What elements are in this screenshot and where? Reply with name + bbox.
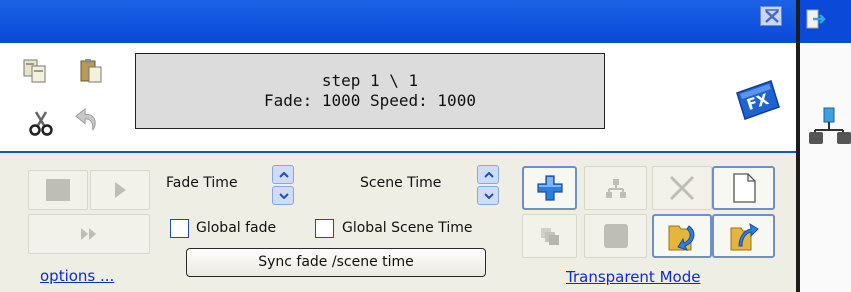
transparent-mode-link[interactable]: Transparent Mode (566, 268, 700, 286)
export-icon (730, 222, 759, 251)
copy-icon[interactable] (22, 58, 48, 84)
paste-icon[interactable] (78, 58, 104, 84)
chevron-down-icon (484, 193, 494, 199)
stack-button[interactable] (522, 214, 577, 258)
import-icon (668, 225, 695, 251)
chevron-up-icon (279, 172, 289, 178)
stop-icon (46, 179, 70, 201)
new-page-button[interactable] (712, 166, 775, 210)
square-button[interactable] (584, 214, 647, 258)
play-icon (115, 182, 126, 198)
chevron-down-icon (279, 193, 289, 199)
side-panel (800, 0, 851, 292)
options-link[interactable]: options ... (40, 267, 114, 285)
fade-time-down-button[interactable] (272, 186, 294, 205)
title-bar (0, 0, 796, 43)
import-button[interactable] (652, 214, 712, 258)
scene-time-down-button[interactable] (477, 186, 499, 205)
fade-time-spinner[interactable] (272, 165, 294, 205)
chevron-up-icon (484, 172, 494, 178)
delete-icon (669, 175, 695, 201)
fast-forward-button[interactable] (28, 214, 150, 254)
add-icon (536, 175, 563, 201)
cut-icon[interactable] (28, 110, 54, 136)
exit-icon[interactable] (806, 8, 826, 30)
fade-time-label: Fade Time (166, 175, 238, 191)
stop-icon (603, 224, 628, 248)
fx-icon[interactable]: FX (731, 79, 783, 121)
delete-button[interactable] (652, 166, 712, 210)
export-button[interactable] (712, 214, 775, 258)
scene-time-spinner[interactable] (477, 165, 499, 205)
global-fade-checkbox[interactable] (170, 219, 189, 238)
sync-fade-scene-button[interactable]: Sync fade /scene time (186, 248, 486, 277)
device-node-icon[interactable] (805, 104, 851, 146)
step-counter: step 1 \ 1 (321, 71, 419, 90)
fade-speed-readout: Fade: 1000 Speed: 1000 (264, 91, 476, 110)
new-page-icon (732, 173, 756, 203)
close-button[interactable] (760, 6, 782, 26)
undo-icon[interactable] (74, 106, 100, 132)
scene-time-up-button[interactable] (477, 165, 499, 184)
global-fade-label: Global fade (196, 220, 277, 236)
global-scene-time-label: Global Scene Time (342, 220, 473, 236)
close-icon (765, 9, 779, 23)
fast-forward-icon (81, 228, 96, 240)
scene-time-label: Scene Time (360, 175, 442, 191)
stack-icon (540, 228, 559, 245)
fade-time-up-button[interactable] (272, 165, 294, 184)
play-button[interactable] (90, 170, 150, 210)
tree-button[interactable] (584, 166, 647, 210)
stop-button[interactable] (28, 170, 88, 210)
add-step-button[interactable] (522, 166, 577, 210)
global-scene-time-checkbox[interactable] (315, 219, 334, 238)
step-display: step 1 \ 1 Fade: 1000 Speed: 1000 (135, 53, 605, 129)
tree-icon (605, 179, 626, 198)
